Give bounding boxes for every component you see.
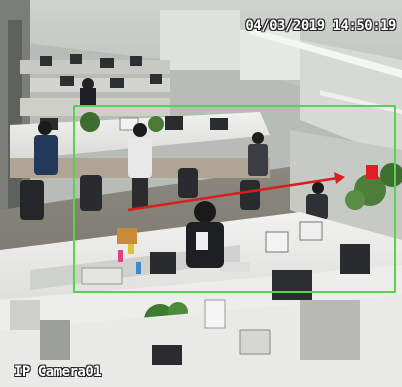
camera-view: 04/03/2019 14:50:19 IP Camera01	[0, 0, 402, 387]
timestamp-overlay: 04/03/2019 14:50:19	[245, 18, 396, 34]
camera-name-overlay: IP Camera01	[14, 364, 102, 380]
detection-zone-box	[73, 105, 396, 293]
